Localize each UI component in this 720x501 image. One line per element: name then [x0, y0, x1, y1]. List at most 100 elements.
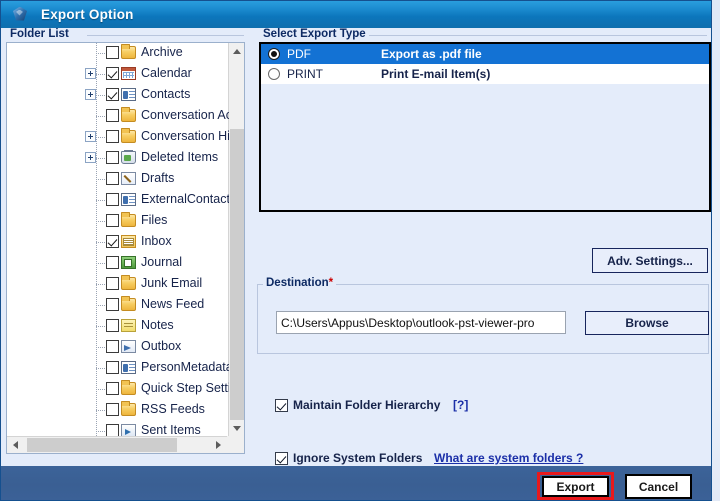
- folder-checkbox[interactable]: [106, 235, 119, 248]
- folder-tree-item-label: Quick Step Settings: [141, 381, 229, 395]
- export-type-group-label: Select Export Type: [260, 28, 369, 40]
- folder-tree-vertical-scrollbar[interactable]: [228, 43, 244, 436]
- tree-branch-line: [96, 74, 105, 75]
- browse-button[interactable]: Browse: [585, 311, 709, 335]
- maintain-folder-hierarchy-help-link[interactable]: [?]: [453, 398, 468, 412]
- folder-checkbox[interactable]: [106, 46, 119, 59]
- folder-tree-item[interactable]: ExternalContacts: [7, 190, 229, 211]
- trash-icon: [121, 151, 136, 164]
- folder-tree-item[interactable]: Drafts: [7, 169, 229, 190]
- folder-checkbox[interactable]: [106, 298, 119, 311]
- export-type-listbox[interactable]: PDFExport as .pdf filePRINTPrint E-mail …: [259, 42, 711, 212]
- folder-tree-item[interactable]: Inbox: [7, 232, 229, 253]
- required-asterisk: *: [329, 277, 333, 289]
- folder-tree-item[interactable]: Conversation Hist: [7, 127, 229, 148]
- maintain-folder-hierarchy-label: Maintain Folder Hierarchy: [293, 398, 440, 412]
- folder-checkbox[interactable]: [106, 256, 119, 269]
- folder-checkbox[interactable]: [106, 67, 119, 80]
- folder-tree-item[interactable]: RSS Feeds: [7, 400, 229, 421]
- cancel-button[interactable]: Cancel: [625, 474, 692, 499]
- folder-tree-panel[interactable]: ArchiveCalendarContactsConversation ActC…: [6, 42, 245, 454]
- folder-tree-item[interactable]: Quick Step Settings: [7, 379, 229, 400]
- export-type-option[interactable]: PDFExport as .pdf file: [261, 44, 709, 64]
- tree-branch-line: [96, 305, 105, 306]
- folder-tree-item[interactable]: Junk Email: [7, 274, 229, 295]
- folder-tree-item-label: ExternalContacts: [141, 192, 229, 206]
- folder-tree-item[interactable]: Outbox: [7, 337, 229, 358]
- note-icon: [121, 319, 136, 332]
- destination-path-input[interactable]: C:\Users\Appus\Desktop\outlook-pst-viewe…: [276, 311, 566, 334]
- tree-branch-line: [96, 347, 105, 348]
- tree-branch-line: [96, 263, 105, 264]
- folder-icon: [121, 214, 136, 227]
- maintain-folder-hierarchy-checkbox[interactable]: [275, 399, 288, 412]
- tree-branch-line: [96, 326, 105, 327]
- folder-tree-item[interactable]: Calendar: [7, 64, 229, 85]
- horizontal-scroll-thumb[interactable]: [27, 438, 177, 452]
- ignore-system-folders-checkbox[interactable]: [275, 452, 288, 465]
- folder-checkbox[interactable]: [106, 361, 119, 374]
- expand-plus-icon[interactable]: [85, 68, 96, 79]
- expand-plus-icon[interactable]: [85, 131, 96, 142]
- contact-card-icon: [121, 88, 136, 101]
- folder-tree-item[interactable]: Journal: [7, 253, 229, 274]
- tree-branch-line: [96, 389, 105, 390]
- folder-tree-item[interactable]: News Feed: [7, 295, 229, 316]
- folder-tree-item[interactable]: PersonMetadata: [7, 358, 229, 379]
- folder-tree-item-label: Notes: [141, 318, 174, 332]
- export-type-description: Export as .pdf file: [381, 47, 482, 61]
- folder-checkbox[interactable]: [106, 109, 119, 122]
- folder-tree-horizontal-scrollbar[interactable]: [7, 436, 228, 453]
- folder-checkbox[interactable]: [106, 403, 119, 416]
- folder-tree-item[interactable]: Contacts: [7, 85, 229, 106]
- folder-checkbox[interactable]: [106, 193, 119, 206]
- folder-tree-rows[interactable]: ArchiveCalendarContactsConversation ActC…: [7, 43, 229, 436]
- folder-checkbox[interactable]: [106, 172, 119, 185]
- folder-checkbox[interactable]: [106, 277, 119, 290]
- export-type-radio[interactable]: [268, 48, 280, 60]
- folder-tree-item[interactable]: Notes: [7, 316, 229, 337]
- folder-tree-item[interactable]: Archive: [7, 43, 229, 64]
- sent-icon: [121, 424, 136, 436]
- folder-checkbox[interactable]: [106, 214, 119, 227]
- export-option-window: Export Option Folder List Select Export …: [0, 0, 712, 501]
- folder-checkbox[interactable]: [106, 319, 119, 332]
- folder-tree-item-label: News Feed: [141, 297, 204, 311]
- tree-branch-line: [96, 95, 105, 96]
- scroll-up-button[interactable]: [229, 43, 244, 59]
- draft-pencil-icon: [121, 172, 136, 185]
- folder-checkbox[interactable]: [106, 130, 119, 143]
- folder-checkbox[interactable]: [106, 340, 119, 353]
- folder-tree-item-label: Deleted Items: [141, 150, 218, 164]
- expand-plus-icon[interactable]: [85, 152, 96, 163]
- scroll-down-button[interactable]: [229, 420, 244, 436]
- ignore-system-folders-help-link[interactable]: What are system folders ?: [434, 451, 583, 465]
- export-type-option[interactable]: PRINTPrint E-mail Item(s): [261, 64, 709, 84]
- folder-icon: [121, 298, 136, 311]
- scroll-left-button[interactable]: [7, 437, 24, 453]
- folder-icon: [121, 382, 136, 395]
- folder-tree-item[interactable]: Deleted Items: [7, 148, 229, 169]
- tree-branch-line: [96, 158, 105, 159]
- inbox-envelope-icon: [121, 235, 136, 248]
- folder-checkbox[interactable]: [106, 151, 119, 164]
- adv-settings-button[interactable]: Adv. Settings...: [592, 248, 708, 273]
- folder-checkbox[interactable]: [106, 382, 119, 395]
- vertical-scroll-thumb[interactable]: [230, 129, 244, 429]
- folder-tree-item[interactable]: Conversation Act: [7, 106, 229, 127]
- scroll-right-button[interactable]: [210, 437, 227, 453]
- export-type-radio[interactable]: [268, 68, 280, 80]
- folder-checkbox[interactable]: [106, 424, 119, 436]
- calendar-icon: [121, 67, 136, 80]
- tree-branch-line: [96, 137, 105, 138]
- folder-tree-item[interactable]: Sent Items: [7, 421, 229, 436]
- expand-plus-icon[interactable]: [85, 89, 96, 100]
- folder-checkbox[interactable]: [106, 88, 119, 101]
- folder-tree-item-label: RSS Feeds: [141, 402, 205, 416]
- tree-branch-line: [96, 179, 105, 180]
- window-title: Export Option: [41, 7, 134, 22]
- folder-tree-item-label: Files: [141, 213, 167, 227]
- folder-list-group-line: [87, 35, 244, 36]
- ignore-system-folders-label: Ignore System Folders: [293, 451, 422, 465]
- folder-tree-item[interactable]: Files: [7, 211, 229, 232]
